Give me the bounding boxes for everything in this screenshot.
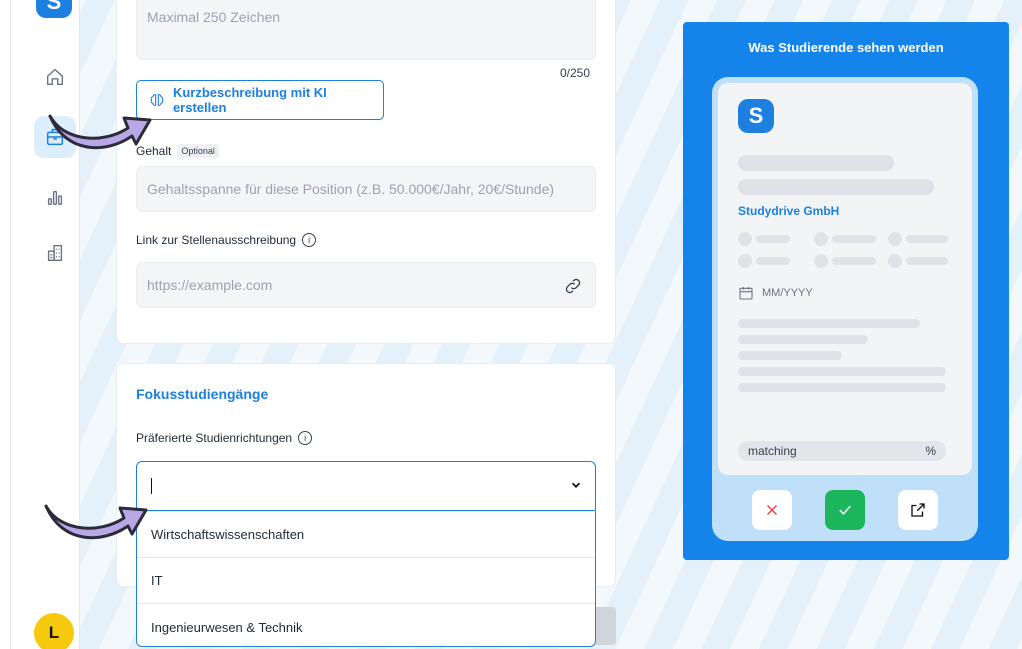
job-card-preview: S Studydrive GmbH MM/YYYY matching %	[718, 83, 972, 475]
skeleton-dot	[814, 232, 828, 246]
link-label-row: Link zur Stellenausschreibung i	[136, 233, 317, 247]
reject-button[interactable]	[752, 490, 792, 530]
home-nav-item[interactable]	[34, 56, 76, 98]
skeleton-line	[738, 319, 920, 328]
open-external-button[interactable]	[898, 490, 938, 530]
skeleton-line	[738, 179, 934, 195]
skeleton-line	[738, 335, 868, 344]
info-icon[interactable]: i	[298, 431, 313, 445]
date-placeholder: MM/YYYY	[762, 287, 813, 299]
text-caret	[151, 478, 152, 494]
link-placeholder: https://example.com	[147, 277, 273, 293]
dropdown-option[interactable]: Ingenieurwesen & Technik	[137, 604, 595, 649]
link-label: Link zur Stellenausschreibung	[136, 233, 297, 247]
study-fields-dropdown: Wirtschaftswissenschaften IT Ingenieurwe…	[136, 511, 596, 647]
pointer-arrow-icon	[44, 504, 148, 540]
skeleton-line	[738, 367, 946, 376]
skeleton-dot	[888, 232, 902, 246]
bar-chart-icon	[47, 190, 63, 206]
skeleton-dot	[738, 232, 752, 246]
skeleton-dot	[814, 254, 828, 268]
skeleton-dot	[738, 254, 752, 268]
study-fields-label: Präferierte Studienrichtungen	[136, 431, 293, 445]
study-fields-select[interactable]	[136, 461, 596, 511]
dropdown-option[interactable]: IT	[137, 558, 595, 604]
pointer-arrow-icon	[48, 114, 152, 150]
company-name: Studydrive GmbH	[738, 204, 840, 218]
app-logo[interactable]: S	[36, 0, 72, 18]
accept-button[interactable]	[825, 490, 865, 530]
skeleton-line	[906, 257, 948, 265]
salary-input[interactable]: Gehaltsspanne für diese Position (z.B. 5…	[136, 166, 596, 212]
job-link-input[interactable]: https://example.com	[136, 262, 596, 308]
matching-unit: %	[925, 444, 936, 458]
ai-button-label: Kurzbeschreibung mit KI erstellen	[172, 85, 327, 115]
salary-placeholder: Gehaltsspanne für diese Position (z.B. 5…	[147, 181, 555, 197]
analytics-nav-item[interactable]	[34, 176, 76, 218]
external-link-icon	[911, 503, 925, 517]
building-icon	[47, 244, 63, 262]
chevron-down-icon[interactable]	[569, 478, 583, 492]
preview-title: Was Studierende sehen werden	[748, 40, 944, 55]
sidebar-divider	[10, 0, 11, 649]
skeleton-line	[738, 155, 894, 171]
close-icon	[766, 504, 778, 516]
matching-label: matching	[748, 444, 797, 458]
study-fields-label-row: Präferierte Studienrichtungen i	[136, 431, 313, 445]
submit-button-partial[interactable]	[596, 607, 616, 645]
focus-section-title: Fokusstudiengänge	[136, 386, 269, 402]
matching-bar: matching %	[738, 441, 946, 461]
skeleton-line	[832, 257, 876, 265]
student-preview-panel: Was Studierende sehen werden S Studydriv…	[683, 22, 1009, 560]
phone-mockup: S Studydrive GmbH MM/YYYY matching %	[712, 77, 978, 541]
skeleton-dot	[888, 254, 902, 268]
date-row: MM/YYYY	[738, 285, 813, 301]
skeleton-line	[906, 235, 948, 243]
link-icon	[565, 278, 581, 294]
skeleton-line	[738, 383, 946, 392]
optional-badge: Optional	[177, 144, 219, 158]
company-nav-item[interactable]	[34, 232, 76, 274]
home-icon	[46, 68, 64, 86]
ai-generate-button[interactable]: Kurzbeschreibung mit KI erstellen	[136, 80, 384, 120]
calendar-icon	[739, 287, 753, 300]
skeleton-line	[756, 235, 790, 243]
user-avatar[interactable]: L	[34, 613, 74, 649]
skeleton-line	[832, 235, 876, 243]
dropdown-option[interactable]: Wirtschaftswissenschaften	[137, 512, 595, 558]
skeleton-line	[756, 257, 790, 265]
info-icon[interactable]: i	[302, 233, 317, 247]
short-description-textarea[interactable]: Maximal 250 Zeichen	[136, 0, 596, 60]
check-icon	[839, 505, 851, 515]
character-counter: 0/250	[560, 66, 591, 80]
company-logo: S	[738, 99, 774, 133]
skeleton-line	[738, 351, 842, 360]
